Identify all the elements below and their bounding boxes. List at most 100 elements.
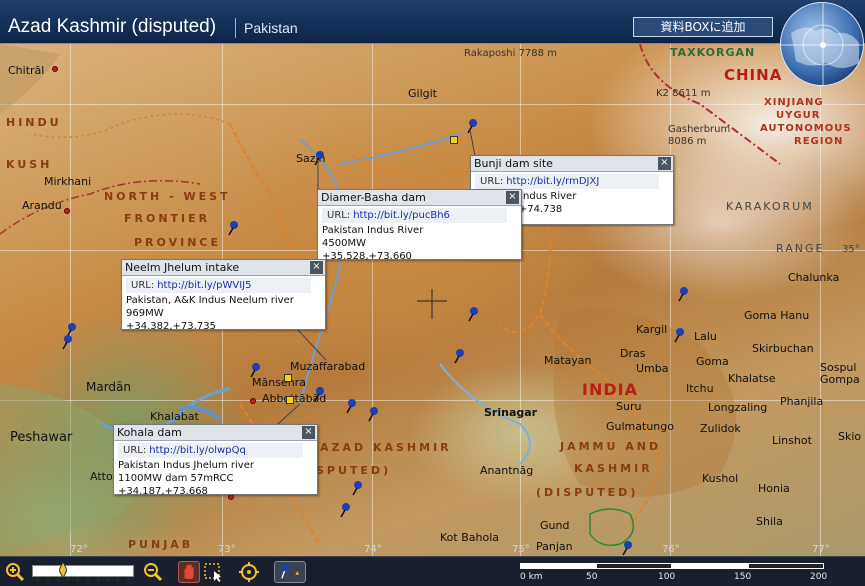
place-label: Sospul Gompa (820, 361, 860, 386)
region-label-nwfp-3: PROVINCE (134, 236, 221, 249)
place-label: Suru (616, 400, 642, 413)
popup-line: Pakistan Indus River (322, 225, 424, 236)
popup-diamer-basha-dam[interactable]: Diamer-Basha dam × URL: http://bit.ly/puc… (317, 189, 522, 262)
scale-label: 100 (658, 572, 676, 582)
place-label: Chitrāl (8, 64, 45, 77)
place-label: Zulidok (700, 422, 741, 435)
region-label-kush: KUSH (6, 158, 53, 171)
close-icon[interactable]: × (658, 157, 671, 170)
latitude-label: 35° (842, 244, 860, 255)
url-label: URL: (131, 280, 155, 291)
dam-highlight-marker[interactable] (450, 136, 458, 144)
dam-pin-icon[interactable] (466, 306, 480, 322)
url-label: URL: (123, 445, 147, 456)
longitude-label: 73° (218, 544, 236, 555)
popup-url-link[interactable]: http://bit.ly/pWVIJ5 (157, 280, 251, 291)
region-label-xinjiang-1: XINJIANG (764, 97, 824, 108)
peak-label: Gasherbrum 8086 m (668, 124, 731, 147)
popup-neelum-jhelum-intake[interactable]: Neelm Jhelum intake × URL: http://bit.ly/… (121, 259, 326, 332)
dam-highlight-marker[interactable] (286, 396, 294, 404)
place-label: Chalunka (788, 271, 840, 284)
region-label-jk-1: JAMMU AND (560, 440, 662, 453)
dam-pin-icon[interactable] (60, 334, 74, 350)
scale-label: 150 (734, 572, 752, 582)
zoom-slider-track[interactable] (32, 565, 134, 581)
title-bar: Azad Kashmir (disputed) Pakistan 資料BOXに追… (0, 0, 865, 44)
dam-pin-icon[interactable] (350, 480, 364, 496)
region-label-azad-kashmir: AZAD KASHMIR (320, 441, 452, 454)
place-label: Kot Bahola (440, 531, 499, 544)
region-label-jk-3: (DISPUTED) (536, 486, 639, 499)
map-toolbar: 0 km 50 100 150 200 (0, 556, 865, 586)
zoom-in-icon[interactable] (4, 561, 26, 583)
range-label-karakorum: KARAKORUM (726, 200, 814, 213)
place-label: Gilgit (408, 87, 437, 100)
dam-pin-icon[interactable] (676, 286, 690, 302)
country-label-china: CHINA (724, 66, 783, 84)
center-target-icon[interactable] (238, 561, 260, 583)
popup-url-row: URL: http://bit.ly/pWVIJ5 (126, 278, 311, 293)
region-label-nwfp-1: NORTH - WEST (104, 190, 231, 203)
popup-url-link[interactable]: http://bit.ly/rmDJXJ (506, 176, 599, 187)
dam-pin-icon[interactable] (248, 362, 262, 378)
dam-highlight-marker[interactable] (284, 374, 292, 382)
popup-url-row: URL: http://bit.ly/rmDJXJ (475, 174, 659, 189)
scale-label: 0 km (520, 572, 543, 582)
place-label: Lalu (694, 330, 717, 343)
popup-url-row: URL: http://bit.ly/pucBh6 (322, 208, 507, 223)
scale-segment (672, 563, 748, 569)
close-icon[interactable]: × (506, 191, 519, 204)
dam-pin-icon[interactable] (312, 386, 326, 402)
place-label: Srinagar (484, 406, 538, 419)
popup-line: 969MW (126, 308, 164, 319)
close-icon[interactable]: × (302, 426, 315, 439)
title-separator (235, 18, 236, 38)
dam-pin-icon[interactable] (366, 406, 380, 422)
place-label: Skirbuchan (752, 342, 814, 355)
popup-title: Bunji dam site (474, 157, 553, 170)
close-icon[interactable]: × (310, 261, 323, 274)
region-label-xinjiang-4: REGION (794, 136, 844, 147)
dam-pin-icon[interactable] (465, 118, 479, 134)
popup-url-link[interactable]: http://bit.ly/olwpQq (149, 445, 246, 456)
place-label: Mirkhani (44, 175, 92, 188)
url-label: URL: (327, 210, 351, 221)
place-label: Dras (620, 347, 646, 360)
zoom-slider-thumb[interactable] (58, 562, 67, 578)
dam-pin-icon[interactable] (620, 540, 634, 556)
longitude-label: 72° (70, 544, 88, 555)
add-to-box-button[interactable]: 資料BOXに追加 (633, 17, 773, 37)
zoom-scale-ticks (37, 577, 129, 581)
dam-pin-icon[interactable] (344, 398, 358, 414)
url-label: URL: (480, 176, 504, 187)
dam-pin-icon[interactable] (338, 502, 352, 518)
region-label-disputed-left: SPUTED) (316, 464, 392, 477)
longitude-label: 74° (364, 544, 382, 555)
popup-line: +34.382,+73.735 (126, 321, 216, 332)
place-label: Panjan (536, 540, 573, 553)
dam-pin-icon[interactable] (312, 150, 326, 166)
peak-label: Rakaposhi 7788 m (464, 48, 557, 59)
place-label: Muzaffarabad (290, 360, 366, 373)
zoom-out-icon[interactable] (142, 561, 164, 583)
select-box-icon[interactable] (202, 561, 224, 583)
region-label-nwfp-2: FRONTIER (124, 212, 211, 225)
popup-kohala-dam[interactable]: Kohala dam × URL: http://bit.ly/olwpQq Pa… (113, 424, 318, 497)
dam-pin-icon[interactable] (672, 327, 686, 343)
town-marker (52, 66, 58, 72)
popup-line: Pakistan, A&K Indus Neelum river (126, 295, 294, 306)
place-label: Matayan (544, 354, 592, 367)
dam-pin-icon[interactable] (452, 348, 466, 364)
place-label: Kushol (702, 472, 739, 485)
place-label: Kargil (636, 323, 668, 336)
place-label: Anantnāg (480, 464, 534, 477)
place-label: Goma Hanu (744, 309, 810, 322)
pan-hand-icon[interactable] (178, 561, 200, 583)
globe-icon[interactable] (780, 2, 864, 86)
popup-url-link[interactable]: http://bit.ly/pucBh6 (353, 210, 450, 221)
place-label: Umba (636, 362, 669, 375)
peak-label: K2 8611 m (656, 88, 711, 99)
dam-pin-icon[interactable] (226, 220, 240, 236)
pin-type-dropdown-icon[interactable] (274, 561, 306, 583)
range-label-range: RANGE (776, 242, 825, 255)
